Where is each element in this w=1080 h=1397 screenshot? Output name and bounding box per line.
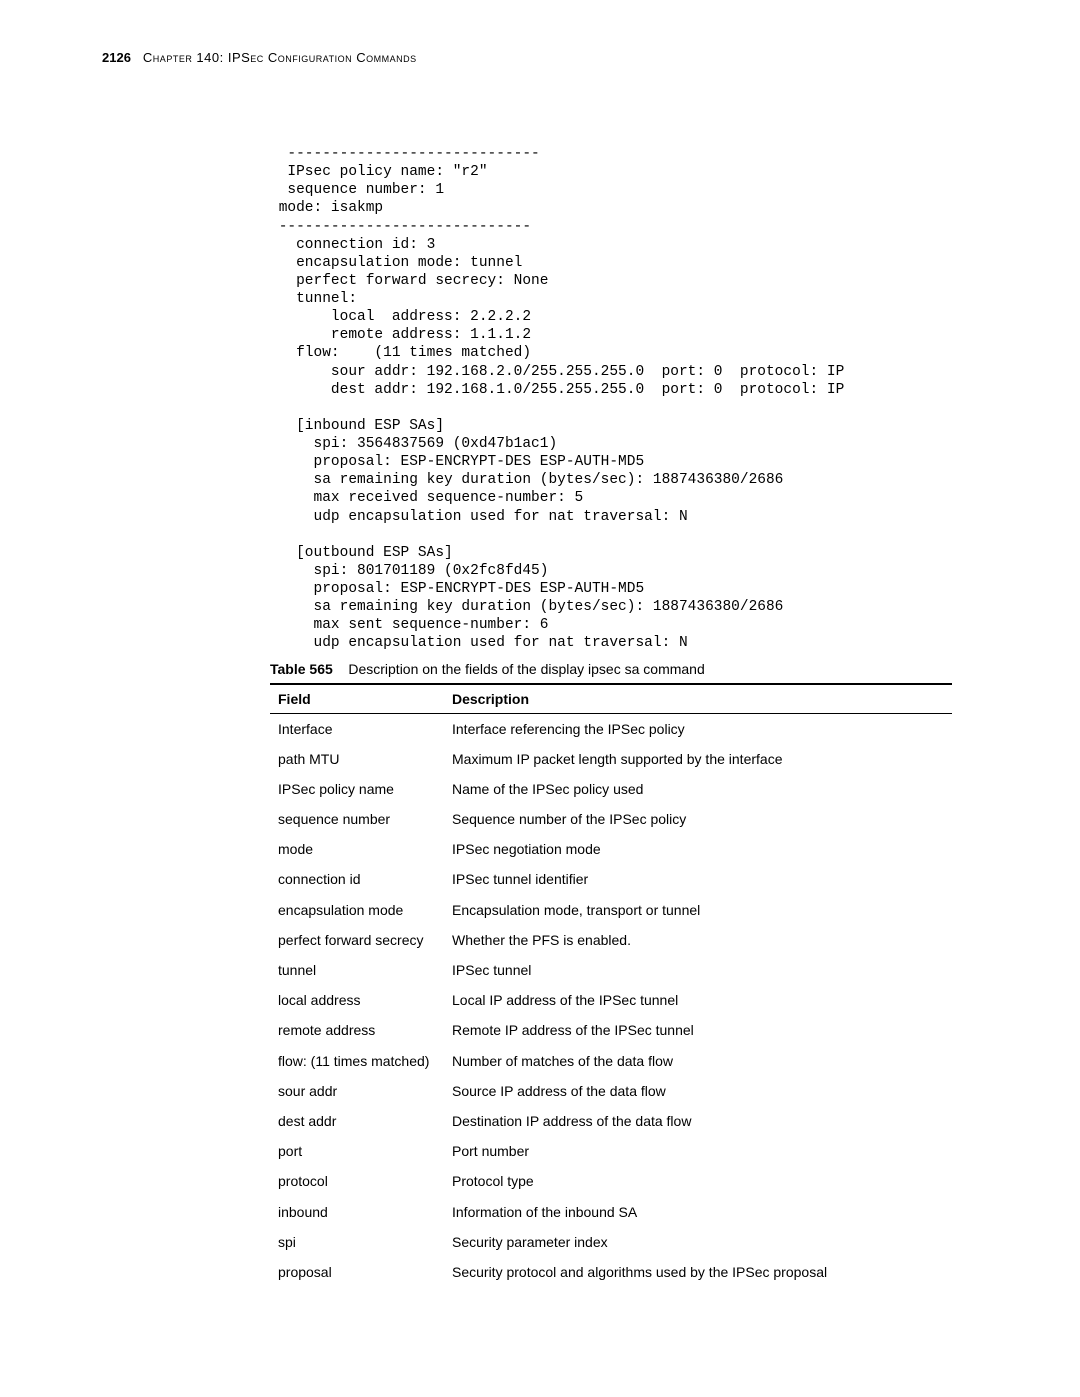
table-number: Table 565 xyxy=(270,661,333,677)
field-cell: local address xyxy=(270,985,444,1015)
field-cell: inbound xyxy=(270,1197,444,1227)
field-cell: IPSec policy name xyxy=(270,774,444,804)
table-row: encapsulation modeEncapsulation mode, tr… xyxy=(270,895,952,925)
field-cell: tunnel xyxy=(270,955,444,985)
field-cell: remote address xyxy=(270,1015,444,1045)
desc-cell: Source IP address of the data flow xyxy=(444,1076,952,1106)
table-row: portPort number xyxy=(270,1136,952,1166)
field-cell: Interface xyxy=(270,713,444,744)
desc-cell: IPSec tunnel xyxy=(444,955,952,985)
col-header-field: Field xyxy=(270,684,444,714)
desc-cell: IPSec tunnel identifier xyxy=(444,864,952,894)
table-row: local addressLocal IP address of the IPS… xyxy=(270,985,952,1015)
page-header: 2126 Chapter 140: IPSec Configuration Co… xyxy=(102,50,1020,65)
field-cell: perfect forward secrecy xyxy=(270,925,444,955)
desc-cell: Security parameter index xyxy=(444,1227,952,1257)
field-cell: mode xyxy=(270,834,444,864)
desc-cell: Maximum IP packet length supported by th… xyxy=(444,744,952,774)
table-row: perfect forward secrecyWhether the PFS i… xyxy=(270,925,952,955)
table-row: dest addrDestination IP address of the d… xyxy=(270,1106,952,1136)
table-header-row: Field Description xyxy=(270,684,952,714)
desc-cell: Interface referencing the IPSec policy xyxy=(444,713,952,744)
table-row: remote addressRemote IP address of the I… xyxy=(270,1015,952,1045)
desc-cell: Information of the inbound SA xyxy=(444,1197,952,1227)
field-cell: port xyxy=(270,1136,444,1166)
desc-cell: Protocol type xyxy=(444,1166,952,1196)
field-description-table: Field Description InterfaceInterface ref… xyxy=(270,683,952,1288)
table-caption: Table 565 Description on the fields of t… xyxy=(270,661,952,677)
main-content: ----------------------------- IPsec poli… xyxy=(270,145,952,1287)
desc-cell: IPSec negotiation mode xyxy=(444,834,952,864)
table-row: spiSecurity parameter index xyxy=(270,1227,952,1257)
desc-cell: Sequence number of the IPSec policy xyxy=(444,804,952,834)
table-caption-text: Description on the fields of the display… xyxy=(348,661,704,677)
table-row: InterfaceInterface referencing the IPSec… xyxy=(270,713,952,744)
table-row: flow: (11 times matched)Number of matche… xyxy=(270,1046,952,1076)
table-row: sour addrSource IP address of the data f… xyxy=(270,1076,952,1106)
desc-cell: Port number xyxy=(444,1136,952,1166)
desc-cell: Security protocol and algorithms used by… xyxy=(444,1257,952,1287)
desc-cell: Remote IP address of the IPSec tunnel xyxy=(444,1015,952,1045)
table-row: proposalSecurity protocol and algorithms… xyxy=(270,1257,952,1287)
desc-cell: Destination IP address of the data flow xyxy=(444,1106,952,1136)
table-row: modeIPSec negotiation mode xyxy=(270,834,952,864)
table-row: sequence numberSequence number of the IP… xyxy=(270,804,952,834)
desc-cell: Name of the IPSec policy used xyxy=(444,774,952,804)
page-number: 2126 xyxy=(102,50,131,65)
col-header-desc: Description xyxy=(444,684,952,714)
document-page: 2126 Chapter 140: IPSec Configuration Co… xyxy=(0,0,1080,1397)
code-output: ----------------------------- IPsec poli… xyxy=(270,145,952,653)
desc-cell: Number of matches of the data flow xyxy=(444,1046,952,1076)
table-row: tunnelIPSec tunnel xyxy=(270,955,952,985)
table-row: connection idIPSec tunnel identifier xyxy=(270,864,952,894)
field-cell: sequence number xyxy=(270,804,444,834)
table-row: inboundInformation of the inbound SA xyxy=(270,1197,952,1227)
table-row: path MTUMaximum IP packet length support… xyxy=(270,744,952,774)
field-cell: connection id xyxy=(270,864,444,894)
table-row: IPSec policy nameName of the IPSec polic… xyxy=(270,774,952,804)
field-cell: flow: (11 times matched) xyxy=(270,1046,444,1076)
desc-cell: Whether the PFS is enabled. xyxy=(444,925,952,955)
desc-cell: Local IP address of the IPSec tunnel xyxy=(444,985,952,1015)
field-cell: spi xyxy=(270,1227,444,1257)
table-row: protocolProtocol type xyxy=(270,1166,952,1196)
field-cell: encapsulation mode xyxy=(270,895,444,925)
field-cell: dest addr xyxy=(270,1106,444,1136)
field-cell: protocol xyxy=(270,1166,444,1196)
field-cell: path MTU xyxy=(270,744,444,774)
chapter-title: Chapter 140: IPSec Configuration Command… xyxy=(143,50,417,65)
field-cell: sour addr xyxy=(270,1076,444,1106)
desc-cell: Encapsulation mode, transport or tunnel xyxy=(444,895,952,925)
field-cell: proposal xyxy=(270,1257,444,1287)
